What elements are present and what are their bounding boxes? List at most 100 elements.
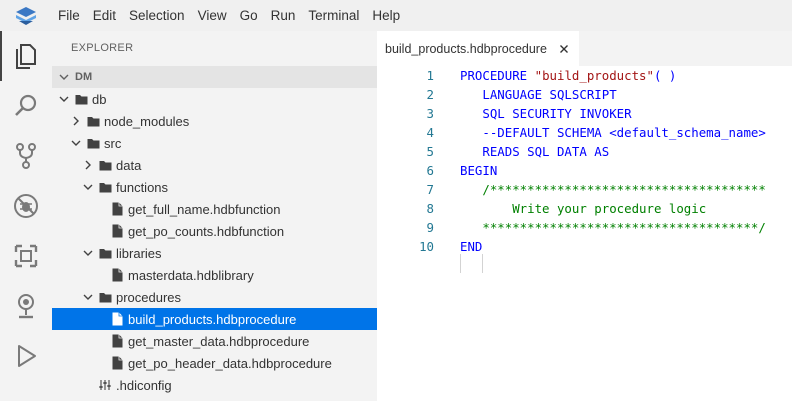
debug-activity-button[interactable] — [0, 181, 52, 231]
comment-token: *************************************/ — [460, 220, 766, 235]
code-line: 8 Write your procedure logic — [377, 199, 792, 218]
line-number: 6 — [426, 163, 434, 178]
indent-guide — [482, 254, 483, 273]
keyword-token: SQL SECURITY INVOKER — [460, 106, 632, 121]
folder-icon — [99, 248, 111, 258]
tree-file[interactable]: get_master_data.hdbprocedure — [52, 330, 377, 352]
code-line: 1 PROCEDURE "build_products"( ) — [377, 66, 792, 85]
tree-folder[interactable]: functions — [52, 176, 377, 198]
menu-item-selection[interactable]: Selection — [123, 0, 191, 31]
line-number: 1 — [426, 68, 434, 83]
run-activity-button[interactable] — [0, 331, 52, 381]
run-icon — [18, 345, 36, 367]
code-line: 7 /************************************* — [377, 180, 792, 199]
comment-token: /************************************* — [460, 182, 766, 197]
tree-folder[interactable]: libraries — [52, 242, 377, 264]
tree-folder[interactable]: node_modules — [52, 110, 377, 132]
line-number: 3 — [426, 106, 434, 121]
tree-file[interactable]: masterdata.hdblibrary — [52, 264, 377, 286]
search-activity-button[interactable] — [0, 81, 52, 131]
source-control-activity-button[interactable] — [0, 131, 52, 181]
tree-item-label: functions — [116, 179, 169, 195]
menu-item-go[interactable]: Go — [234, 0, 264, 31]
file-icon — [112, 224, 122, 238]
keyword-token: ( ) — [653, 68, 677, 83]
code-text: READS SQL DATA AS — [460, 142, 609, 161]
keyword-token: PROCEDURE — [460, 68, 535, 83]
tab-build-products[interactable]: build_products.hdbprocedure — [377, 31, 579, 66]
tree-folder[interactable]: data — [52, 154, 377, 176]
tree-file[interactable]: .hdiconfig — [52, 374, 377, 396]
chevron-down-icon — [83, 250, 93, 256]
string-token: "build_products" — [534, 68, 654, 83]
keyword-token: READS SQL DATA AS — [460, 144, 610, 159]
keyword-token: --DEFAULT SCHEMA <default_schema_name> — [460, 125, 766, 140]
code-text: END — [460, 237, 482, 256]
config-file-icon — [99, 380, 111, 390]
keyword-token: END — [460, 239, 483, 254]
tree-item-label: build_products.hdbprocedure — [128, 311, 297, 327]
code-text: --DEFAULT SCHEMA <default_schema_name> — [460, 123, 766, 142]
remote-explorer-activity-button[interactable] — [0, 281, 52, 331]
menu-item-view[interactable]: View — [192, 0, 233, 31]
tree-file[interactable]: build_products.hdbprocedure — [52, 308, 377, 330]
menu-item-terminal[interactable]: Terminal — [302, 0, 365, 31]
code-text: PROCEDURE "build_products"( ) — [460, 66, 676, 85]
app-logo-icon — [0, 0, 52, 31]
code-line: 9 *************************************/ — [377, 218, 792, 237]
explorer-activity-button[interactable] — [0, 31, 52, 81]
folder-icon — [87, 116, 99, 126]
code-text: SQL SECURITY INVOKER — [460, 104, 632, 123]
code-line: 5 READS SQL DATA AS — [377, 142, 792, 161]
menu-bar: File Edit Selection View Go Run Terminal Help — [52, 0, 407, 31]
explorer-icon — [16, 44, 36, 69]
tree-folder[interactable]: src — [52, 132, 377, 154]
tree-folder[interactable]: db — [52, 88, 377, 110]
extensions-activity-button[interactable] — [0, 231, 52, 281]
line-number: 7 — [426, 182, 434, 197]
tree-folder[interactable]: procedures — [52, 286, 377, 308]
tree-file[interactable]: get_po_header_data.hdbprocedure — [52, 352, 377, 374]
tree-item-label: src — [104, 135, 122, 151]
line-number: 8 — [426, 201, 434, 216]
menu-item-run[interactable]: Run — [265, 0, 302, 31]
line-number: 2 — [426, 87, 434, 102]
tree-item-label: .hdiconfig — [116, 377, 172, 393]
title-bar: File Edit Selection View Go Run Terminal Help — [0, 0, 792, 31]
tree-file[interactable]: get_po_counts.hdbfunction — [52, 220, 377, 242]
code-line: 4 --DEFAULT SCHEMA <default_schema_name> — [377, 123, 792, 142]
sidebar-title: EXPLORER — [71, 42, 134, 54]
keyword-token: LANGUAGE SQLSCRIPT — [460, 87, 617, 102]
folder-icon — [99, 182, 111, 192]
tree-item-label: masterdata.hdblibrary — [128, 267, 254, 283]
menu-item-file[interactable]: File — [52, 0, 86, 31]
tab-label: build_products.hdbprocedure — [385, 41, 547, 56]
tree-item-label: libraries — [116, 245, 162, 261]
chevron-right-icon — [73, 116, 79, 126]
tree-item-label: get_full_name.hdbfunction — [128, 201, 281, 217]
chevron-right-icon — [85, 160, 91, 170]
folder-icon — [75, 94, 87, 104]
tree-item-label: data — [116, 157, 142, 173]
tree-item-label: procedures — [116, 289, 182, 305]
editor-tab-bar: build_products.hdbprocedure — [377, 31, 792, 66]
tree-file[interactable]: get_full_name.hdbfunction — [52, 198, 377, 220]
activity-bar — [0, 31, 52, 401]
file-icon — [112, 202, 122, 216]
file-tree: db node_modulessrc data functions get_full_n… — [52, 88, 377, 396]
search-icon — [15, 94, 37, 116]
menu-item-help[interactable]: Help — [366, 0, 406, 31]
folder-icon — [99, 292, 111, 302]
source-control-icon — [16, 143, 36, 169]
folder-icon — [87, 138, 99, 148]
menu-item-edit[interactable]: Edit — [87, 0, 122, 31]
code-editor[interactable]: 1 PROCEDURE "build_products"( ) 2 LANGUAGE… — [377, 66, 792, 401]
file-icon — [112, 312, 122, 326]
remote-explorer-icon — [18, 294, 34, 319]
line-number: 9 — [426, 220, 434, 235]
workspace-section-header[interactable]: DM — [52, 66, 377, 88]
line-number: 4 — [426, 125, 434, 140]
code-line: 3 SQL SECURITY INVOKER — [377, 104, 792, 123]
close-icon[interactable] — [557, 42, 571, 56]
keyword-token: BEGIN — [460, 163, 498, 178]
